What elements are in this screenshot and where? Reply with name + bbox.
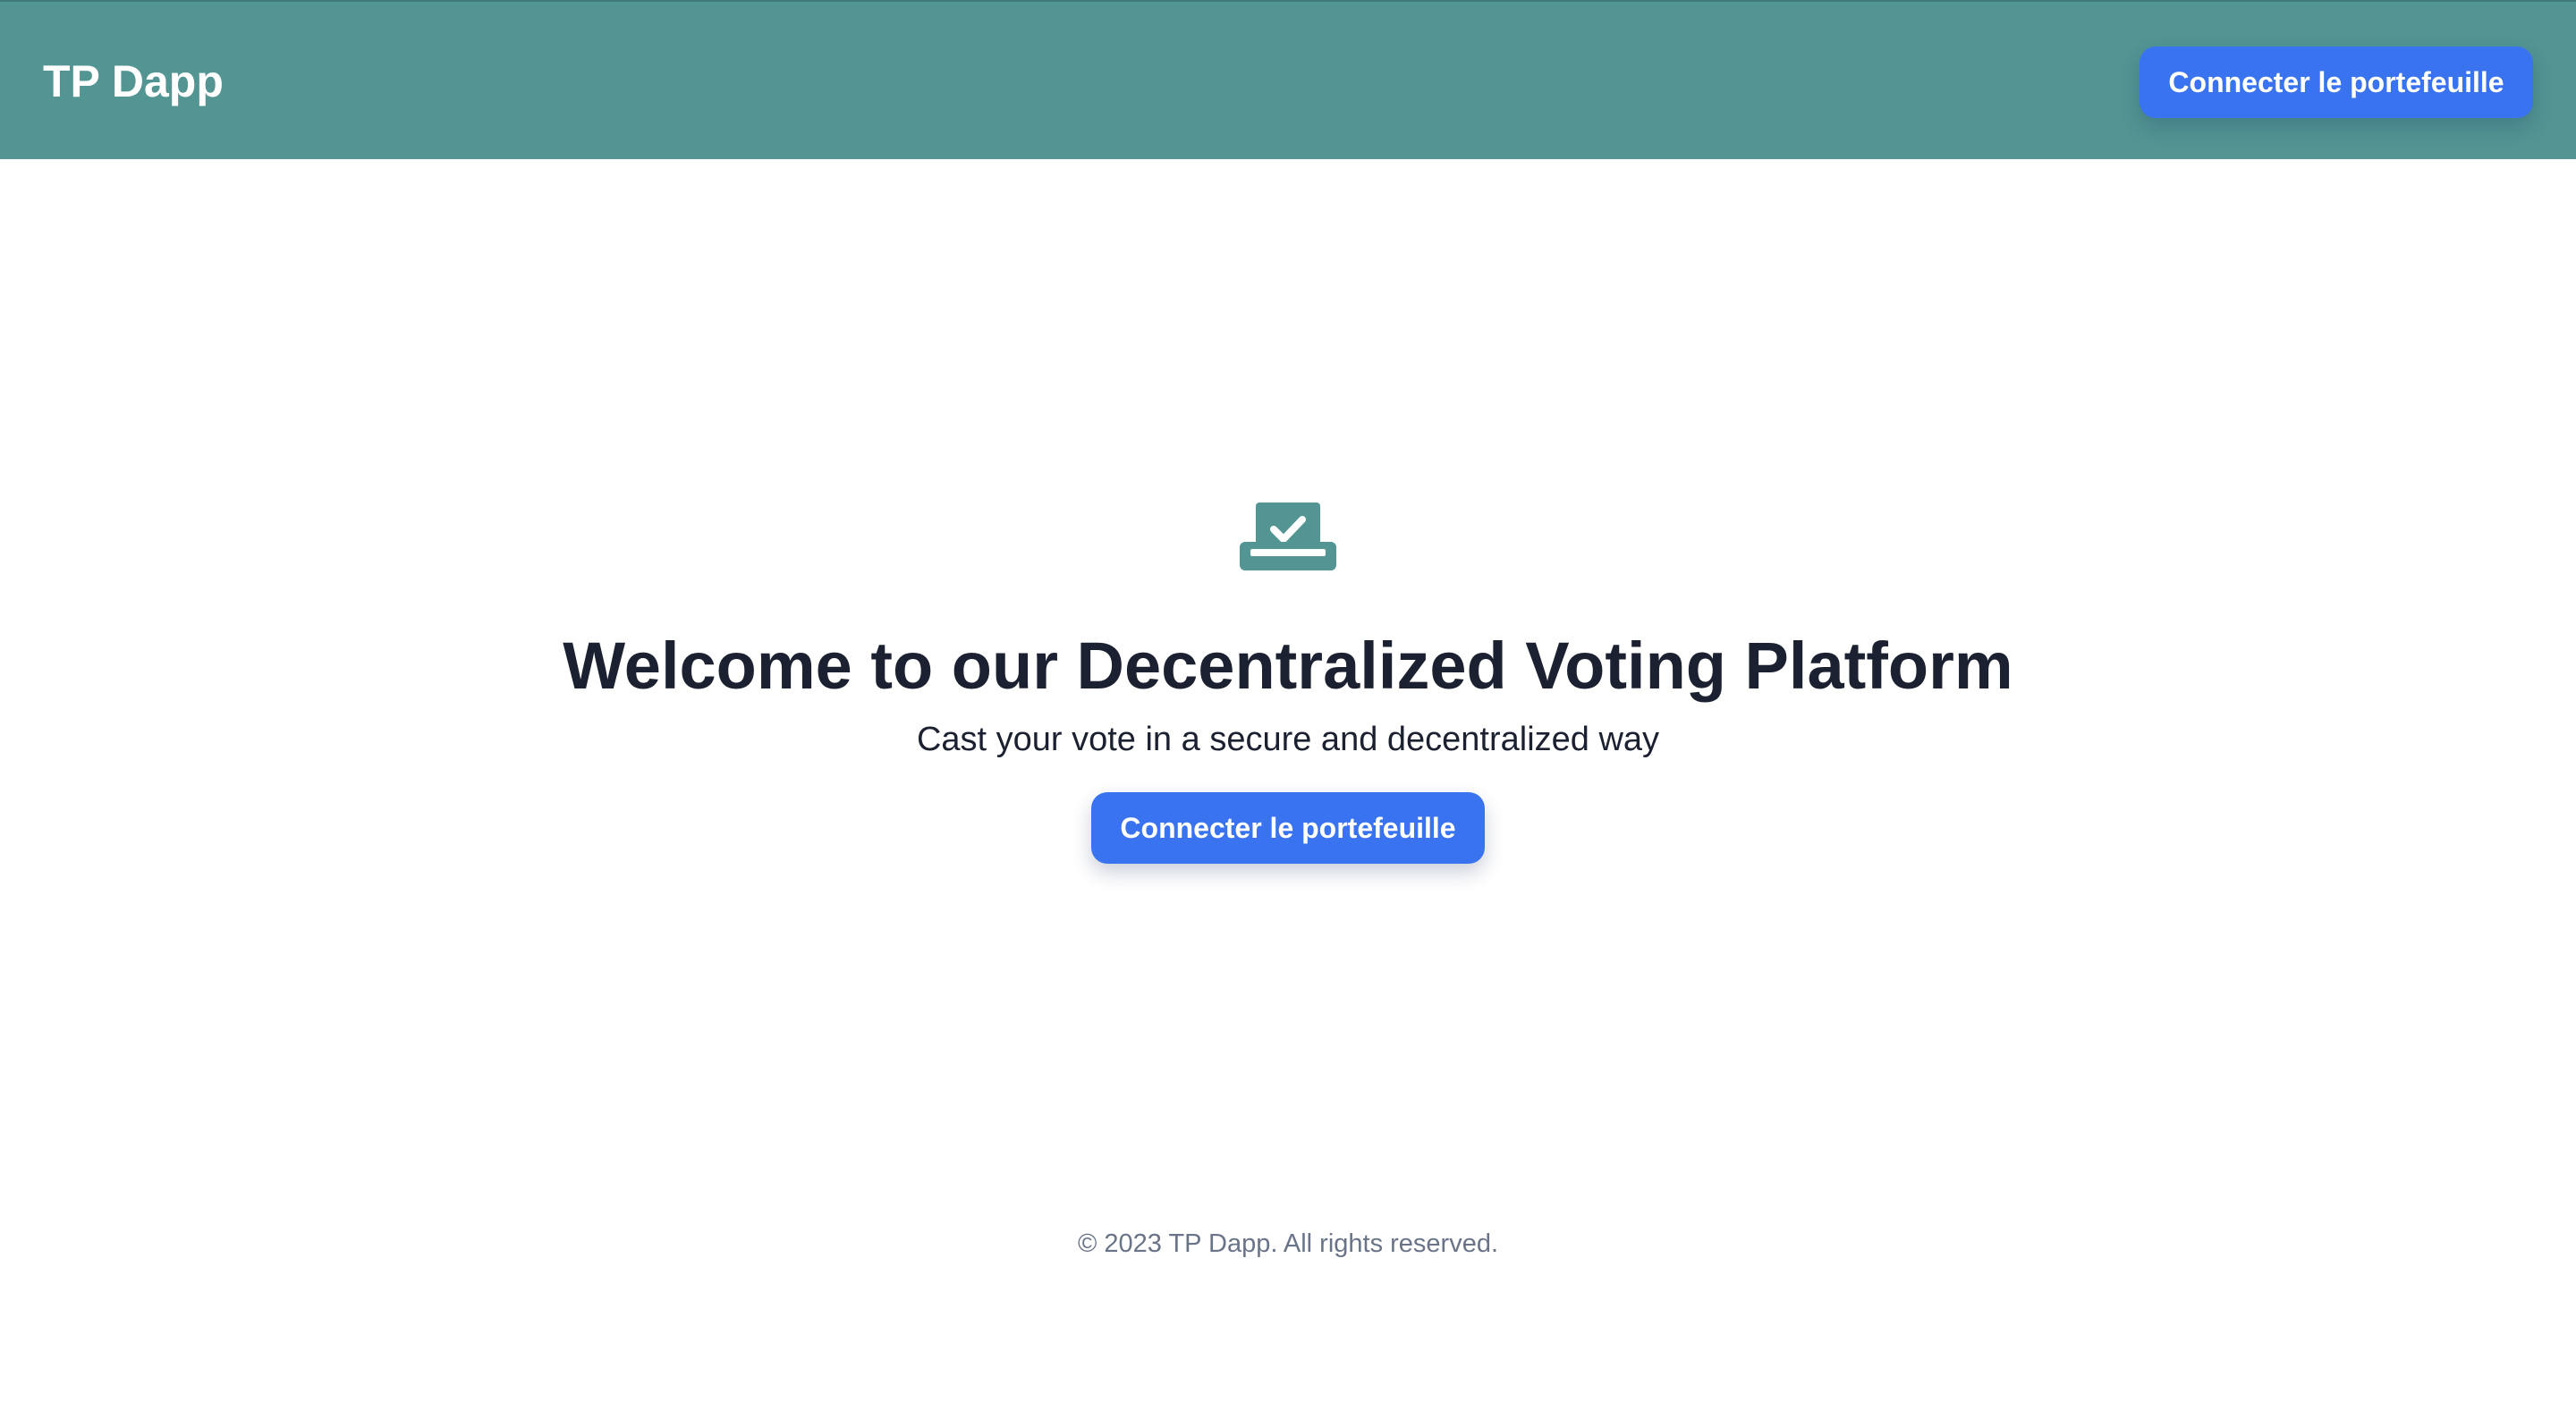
footer-copyright: © 2023 TP Dapp. All rights reserved. (1077, 1229, 1499, 1258)
brand-logo[interactable]: TP Dapp (43, 54, 224, 109)
ballot-box-check-icon (1240, 503, 1336, 570)
hero-subtitle: Cast your vote in a secure and decentral… (916, 721, 1660, 758)
hero-title: Welcome to our Decentralized Voting Plat… (563, 629, 2013, 703)
top-navbar: TP Dapp Connecter le portefeuille (0, 0, 2576, 159)
connect-wallet-button[interactable]: Connecter le portefeuille (1091, 792, 1485, 864)
connect-wallet-button-header[interactable]: Connecter le portefeuille (2140, 46, 2533, 118)
